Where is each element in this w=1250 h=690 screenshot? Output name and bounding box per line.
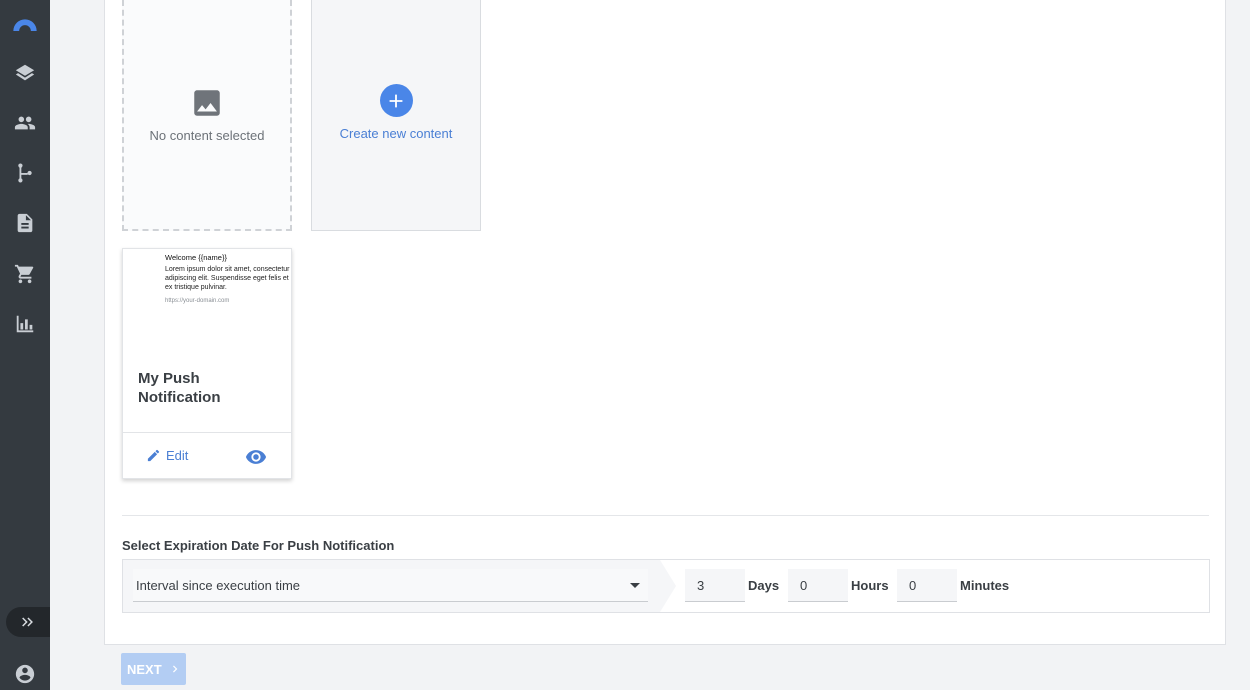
logo-arc-icon[interactable] xyxy=(0,6,50,42)
hours-input[interactable] xyxy=(788,569,848,602)
bar-chart-icon[interactable] xyxy=(0,306,50,342)
hours-label: Hours xyxy=(851,578,889,593)
expiration-mode-select[interactable]: Interval since execution time xyxy=(133,569,648,602)
caret-down-icon xyxy=(630,583,640,588)
layers-icon[interactable] xyxy=(0,55,50,91)
edit-label: Edit xyxy=(166,448,189,463)
card-actions: Edit xyxy=(123,432,291,479)
document-icon[interactable] xyxy=(0,205,50,241)
days-label: Days xyxy=(748,578,780,593)
days-input[interactable] xyxy=(685,569,745,602)
edit-button[interactable]: Edit xyxy=(146,448,188,463)
push-notification-card[interactable]: Welcome {{name}} Lorem ipsum dolor sit a… xyxy=(122,248,292,479)
preview-body: Lorem ipsum dolor sit amet, consectetur … xyxy=(165,266,290,291)
create-new-content-card[interactable]: Create new content xyxy=(311,0,481,231)
journey-branch-icon[interactable] xyxy=(0,155,50,191)
expiration-mode-value: Interval since execution time xyxy=(136,577,301,593)
sidebar xyxy=(0,0,50,690)
double-chevron-right-icon[interactable] xyxy=(6,607,50,637)
add-circle-icon[interactable] xyxy=(379,84,413,117)
create-new-content-label[interactable]: Create new content xyxy=(340,126,453,141)
chevron-right-icon xyxy=(172,665,178,673)
content-title: My Push Notification xyxy=(138,370,221,406)
account-icon[interactable] xyxy=(0,657,50,690)
eye-icon[interactable] xyxy=(245,446,267,473)
next-label: NEXT xyxy=(127,661,162,677)
pencil-icon xyxy=(147,449,160,462)
expiration-label: Select Expiration Date For Push Notifica… xyxy=(122,538,395,553)
next-button[interactable]: NEXT xyxy=(121,653,186,685)
minutes-label: Minutes xyxy=(960,578,1010,593)
notification-preview: Welcome {{name}} Lorem ipsum dolor sit a… xyxy=(165,253,293,343)
no-content-card: No content selected xyxy=(122,0,292,231)
no-content-label: No content selected xyxy=(149,128,265,143)
people-icon[interactable] xyxy=(0,105,50,141)
preview-url: https://your-domain.com xyxy=(165,298,230,304)
image-placeholder-icon xyxy=(194,90,220,116)
section-divider xyxy=(122,515,1209,516)
expiration-settings: Interval since execution time Days Hours… xyxy=(122,559,1210,613)
content-panel: No content selected Create new content W… xyxy=(104,0,1226,645)
preview-title: Welcome {{name}} xyxy=(165,253,227,262)
chevron-separator xyxy=(660,560,676,612)
minutes-input[interactable] xyxy=(897,569,957,602)
expiration-mode-zone: Interval since execution time xyxy=(123,560,660,612)
cart-icon[interactable] xyxy=(0,256,50,292)
